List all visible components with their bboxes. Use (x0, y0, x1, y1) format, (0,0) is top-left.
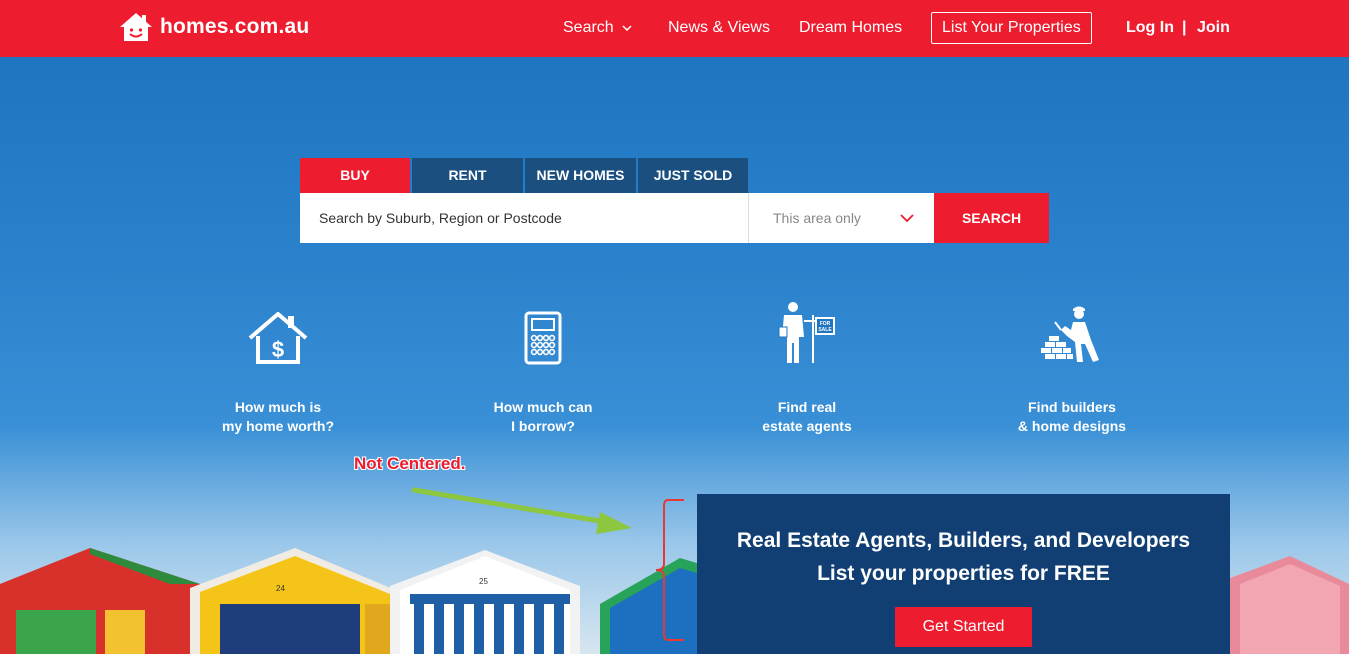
hut-number: 25 (479, 577, 488, 586)
house-smile-logo-icon (120, 13, 152, 41)
join-link[interactable]: Join (1197, 19, 1230, 37)
annotation-text: Not Centered. (354, 454, 466, 473)
feature-find-builders[interactable]: Find builders & home designs (972, 304, 1172, 436)
feature-label-line2: & home designs (1017, 418, 1127, 434)
nav-search-label: Search (563, 19, 614, 36)
search-button[interactable]: SEARCH (934, 193, 1049, 243)
nav-dream-homes[interactable]: Dream Homes (799, 19, 902, 37)
for-sale-sign-text: SALE (818, 327, 832, 333)
feature-label-line2: I borrow? (511, 418, 575, 434)
agent-for-sale-icon: FOR SALE (778, 302, 835, 363)
site-logo[interactable]: homes.com.au (118, 11, 309, 43)
login-link[interactable]: Log In (1126, 19, 1174, 37)
chevron-down-icon (900, 214, 914, 222)
feature-label-line1: How much is (234, 399, 322, 415)
tab-rent[interactable]: RENT (412, 158, 523, 193)
nav-separator: | (1182, 19, 1187, 36)
tab-just-sold[interactable]: JUST SOLD (638, 158, 748, 193)
promo-subheading: List your properties for FREE (817, 562, 1110, 585)
tab-buy[interactable]: BUY (300, 158, 410, 193)
tab-new-homes[interactable]: NEW HOMES (525, 158, 636, 193)
feature-label-line2: estate agents (762, 418, 852, 434)
feature-label-line1: Find real (777, 399, 837, 415)
feature-label: Find real estate agents (707, 398, 907, 436)
feature-borrow[interactable]: How much can I borrow? (443, 307, 643, 436)
feature-label: How much can I borrow? (443, 398, 643, 436)
feature-home-worth[interactable]: $ How much is my home worth? (178, 307, 378, 436)
svg-text:$: $ (272, 337, 284, 362)
area-dropdown[interactable]: This area only (748, 193, 934, 243)
logo-text: homes.com.au (160, 15, 310, 38)
top-navbar: homes.com.au Search News & Views Dream H… (0, 0, 1349, 57)
annotation-arrow-icon (411, 487, 632, 534)
feature-label: How much is my home worth? (178, 398, 378, 436)
nav-news-views[interactable]: News & Views (668, 19, 770, 37)
annotation-brace-icon (655, 499, 684, 641)
feature-label-line2: my home worth? (221, 418, 334, 434)
chevron-down-icon (622, 25, 632, 31)
feature-find-agents[interactable]: FOR SALE Find real estate agents (707, 301, 907, 436)
search-input[interactable] (300, 193, 748, 243)
nav-search[interactable]: Search (563, 19, 632, 37)
list-properties-button[interactable]: List Your Properties (931, 12, 1092, 44)
house-dollar-icon: $ (248, 312, 308, 364)
feature-label-line1: How much can (493, 399, 593, 415)
feature-label: Find builders & home designs (972, 398, 1172, 436)
hut-number: 24 (276, 584, 285, 593)
search-bar: This area only SEARCH (300, 193, 1049, 243)
promo-box: Real Estate Agents, Builders, and Develo… (697, 494, 1230, 654)
promo-heading: Real Estate Agents, Builders, and Develo… (736, 529, 1191, 552)
calculator-icon (524, 311, 562, 365)
get-started-button[interactable]: Get Started (895, 607, 1032, 647)
builder-bricks-icon (1041, 306, 1099, 362)
search-tabs: BUY RENT NEW HOMES JUST SOLD (300, 158, 748, 193)
feature-label-line1: Find builders (1028, 399, 1116, 415)
area-dropdown-value: This area only (773, 210, 861, 226)
